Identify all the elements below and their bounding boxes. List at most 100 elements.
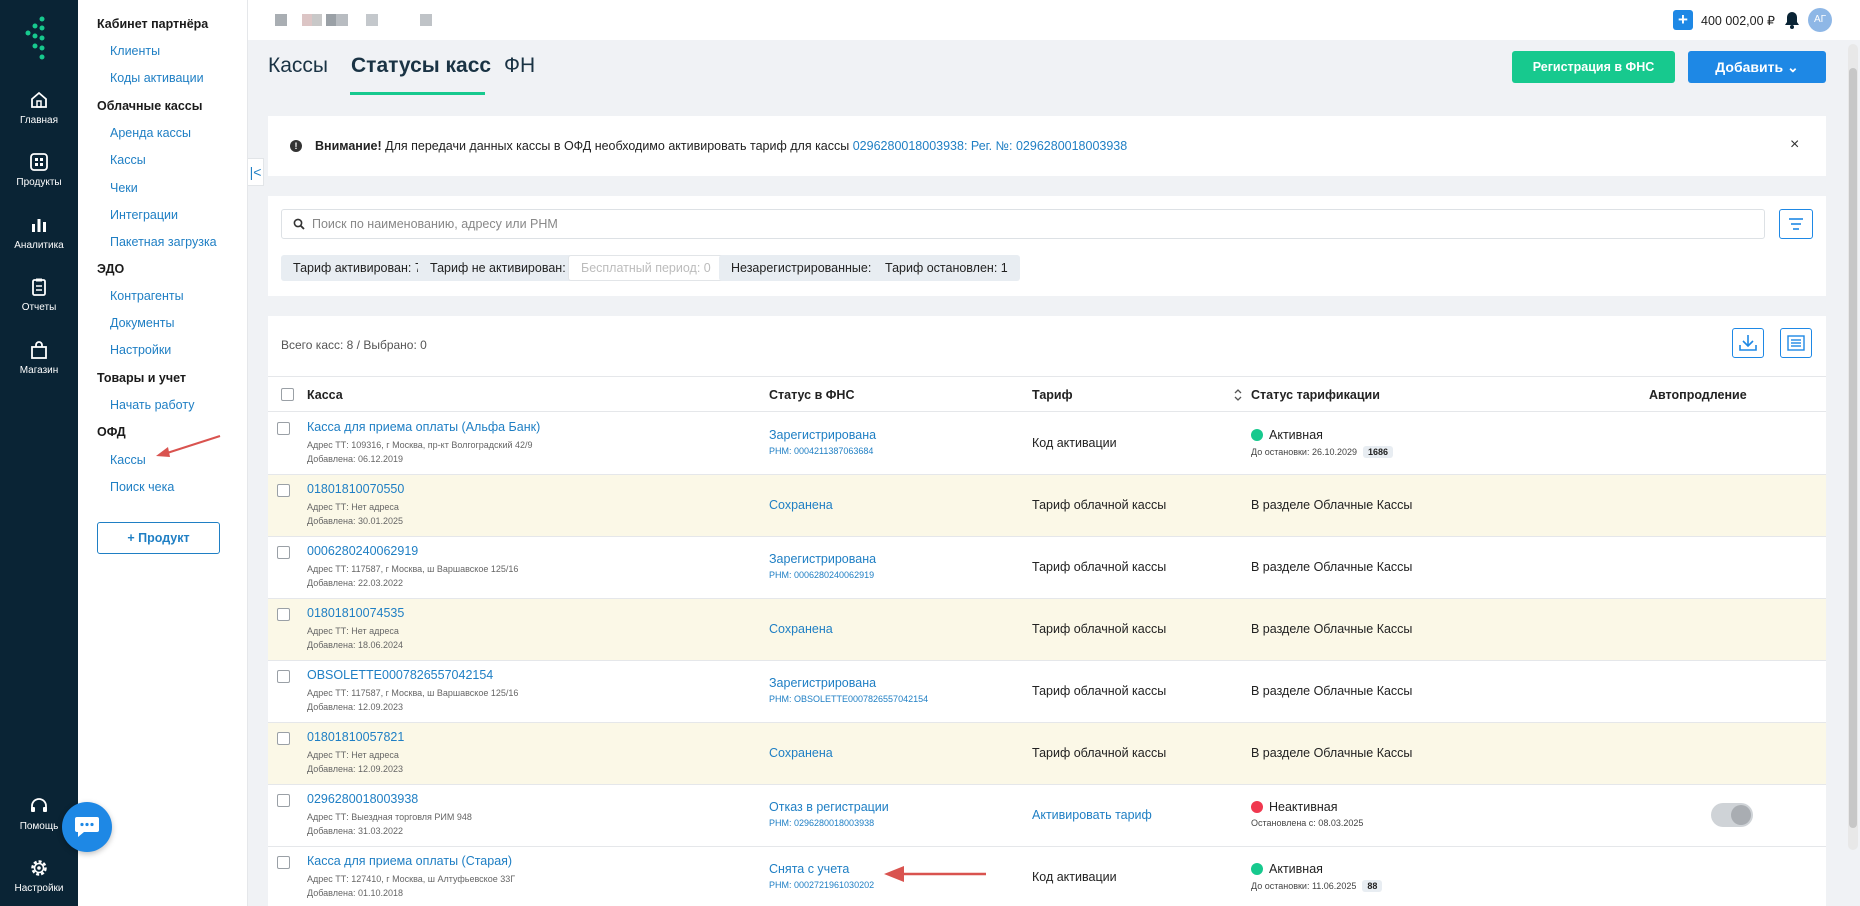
tab-kkt-statuses[interactable]: Статусы касс bbox=[351, 54, 491, 78]
page-scrollbar[interactable] bbox=[1848, 44, 1858, 850]
tab-kkt[interactable]: Кассы bbox=[268, 54, 328, 78]
kkt-name-link[interactable]: 01801810070550 bbox=[307, 482, 404, 496]
avatar[interactable]: АГ bbox=[1808, 8, 1832, 32]
tab-fn[interactable]: ФН bbox=[504, 54, 535, 78]
chip-tariff-inactive[interactable]: Тариф не активирован: 1 bbox=[418, 255, 589, 281]
sidebar-item-batch-upload[interactable]: Пакетная загрузка bbox=[110, 235, 217, 249]
sidebar-item-cloud-kkt[interactable]: Кассы bbox=[110, 153, 146, 167]
kkt-name-link[interactable]: OBSOLETTE0007826557042154 bbox=[307, 668, 493, 682]
sidebar-item-clients[interactable]: Клиенты bbox=[110, 44, 160, 58]
logo-icon[interactable] bbox=[22, 16, 56, 63]
columns-button[interactable] bbox=[1780, 328, 1812, 358]
row-checkbox[interactable] bbox=[277, 732, 290, 745]
chip-unregistered[interactable]: Незарегистрированные: 5 bbox=[719, 255, 894, 281]
sidebar-item-receipt-search[interactable]: Поиск чека bbox=[110, 480, 174, 494]
select-all-checkbox[interactable] bbox=[281, 388, 294, 401]
col-tariff[interactable]: Тариф bbox=[1032, 388, 1073, 402]
kkt-address: Адрес ТТ: Выездная торговля РИМ 948 bbox=[307, 812, 472, 822]
fns-status-link[interactable]: Отказ в регистрации bbox=[769, 800, 889, 814]
kkt-added-date: Добавлена: 31.03.2022 bbox=[307, 826, 404, 836]
chat-button[interactable] bbox=[62, 802, 112, 852]
rail-label: Аналитика bbox=[14, 240, 64, 251]
kkt-name-link[interactable]: 01801810074535 bbox=[307, 606, 404, 620]
rail-item-settings[interactable]: Настройки bbox=[0, 858, 78, 894]
rail-item-home[interactable]: Главная bbox=[0, 90, 78, 126]
table-row: 01801810074535 Адрес ТТ: Нет адреса Доба… bbox=[268, 599, 1826, 661]
row-checkbox[interactable] bbox=[277, 856, 290, 869]
tariff-status: В разделе Облачные Кассы bbox=[1251, 746, 1413, 760]
kkt-name-link[interactable]: 01801810057821 bbox=[307, 730, 404, 744]
kkt-name-link[interactable]: 0006280240062919 bbox=[307, 544, 418, 558]
fns-status-link[interactable]: Сохранена bbox=[769, 622, 833, 636]
row-checkbox[interactable] bbox=[277, 670, 290, 683]
headset-icon bbox=[31, 798, 47, 812]
sidebar-item-counterparties[interactable]: Контрагенты bbox=[110, 289, 184, 303]
rail-item-reports[interactable]: Отчеты bbox=[0, 277, 78, 313]
download-button[interactable] bbox=[1732, 328, 1764, 358]
sidebar-item-documents[interactable]: Документы bbox=[110, 316, 174, 330]
tariff-status-label: Активная bbox=[1269, 428, 1323, 442]
sidebar-item-get-started[interactable]: Начать работу bbox=[110, 398, 194, 412]
activate-tariff-link[interactable]: Активировать тариф bbox=[1032, 808, 1152, 822]
sort-icon[interactable] bbox=[1234, 388, 1242, 402]
rail-item-products[interactable]: Продукты bbox=[0, 152, 78, 188]
kkt-table-panel: Всего касс: 8 / Выбрано: 0 Касса Статус … bbox=[268, 316, 1826, 906]
col-tariff-status[interactable]: Статус тарификации bbox=[1251, 388, 1380, 402]
close-icon[interactable]: × bbox=[1790, 136, 1799, 154]
col-kassa[interactable]: Касса bbox=[307, 388, 343, 402]
scrollbar-thumb[interactable] bbox=[1849, 68, 1857, 828]
sidebar-section-ofd: ОФД bbox=[97, 425, 126, 439]
tariff-status-label: Неактивная bbox=[1269, 800, 1338, 814]
fns-status-link[interactable]: Сохранена bbox=[769, 498, 833, 512]
filter-button[interactable] bbox=[1779, 209, 1813, 239]
col-fns-status[interactable]: Статус в ФНС bbox=[769, 388, 854, 402]
notice-message: Для передачи данных кассы в ОФД необходи… bbox=[381, 139, 853, 153]
collapse-sidebar-button[interactable]: |< bbox=[248, 158, 264, 186]
add-label: Добавить bbox=[1715, 59, 1784, 75]
chip-label: Бесплатный период: bbox=[581, 261, 704, 275]
status-dot-active bbox=[1251, 863, 1263, 875]
sidebar-item-ofd-kkt[interactable]: Кассы bbox=[110, 453, 146, 467]
rail-item-analytics[interactable]: Аналитика bbox=[0, 215, 78, 251]
sidebar-item-activation-codes[interactable]: Коды активации bbox=[110, 71, 204, 85]
add-dropdown-button[interactable]: Добавить ⌄ bbox=[1688, 51, 1826, 83]
chip-tariff-active[interactable]: Тариф активирован: 7 bbox=[281, 255, 434, 281]
kkt-name-link[interactable]: Касса для приема оплаты (Альфа Банк) bbox=[307, 420, 540, 434]
sidebar-item-receipts[interactable]: Чеки bbox=[110, 181, 138, 195]
clipboard-icon bbox=[32, 278, 46, 296]
register-fns-button[interactable]: Регистрация в ФНС bbox=[1512, 51, 1675, 83]
notice-kkt-link[interactable]: 0296280018003938: Рег. №: 02962800180039… bbox=[853, 139, 1127, 153]
fns-status-link[interactable]: Зарегистрирована bbox=[769, 676, 876, 690]
sidebar-item-rent-kkt[interactable]: Аренда кассы bbox=[110, 126, 191, 140]
kkt-name-link[interactable]: 0296280018003938 bbox=[307, 792, 418, 806]
home-icon bbox=[31, 91, 47, 108]
fns-status-link[interactable]: Зарегистрирована bbox=[769, 428, 876, 442]
fns-status-link[interactable]: Снята с учета bbox=[769, 862, 849, 876]
row-checkbox[interactable] bbox=[277, 794, 290, 807]
row-checkbox[interactable] bbox=[277, 608, 290, 621]
row-checkbox[interactable] bbox=[277, 422, 290, 435]
bell-icon[interactable] bbox=[1784, 11, 1800, 29]
sidebar-item-edo-settings[interactable]: Настройки bbox=[110, 343, 171, 357]
kkt-added-date: Добавлена: 18.06.2024 bbox=[307, 640, 404, 650]
add-product-button[interactable]: + Продукт bbox=[97, 522, 220, 554]
kkt-name-link[interactable]: Касса для приема оплаты (Старая) bbox=[307, 854, 512, 868]
sidebar-section-partner: Кабинет партнёра bbox=[97, 17, 209, 31]
tariff-status-label: Активная bbox=[1269, 862, 1323, 876]
fns-status-link[interactable]: Сохранена bbox=[769, 746, 833, 760]
table-row: OBSOLETTE0007826557042154 Адрес ТТ: 1175… bbox=[268, 661, 1826, 723]
tariff: Тариф облачной кассы bbox=[1032, 622, 1167, 636]
row-checkbox[interactable] bbox=[277, 546, 290, 559]
table-row: Касса для приема оплаты (Альфа Банк) Адр… bbox=[268, 413, 1826, 475]
autorenew-toggle[interactable] bbox=[1711, 803, 1753, 827]
kkt-added-date: Добавлена: 12.09.2023 bbox=[307, 702, 404, 712]
top-up-button[interactable]: + bbox=[1673, 10, 1693, 30]
row-checkbox[interactable] bbox=[277, 484, 290, 497]
search-input[interactable] bbox=[312, 210, 1712, 238]
kkt-added-date: Добавлена: 30.01.2025 bbox=[307, 516, 404, 526]
sidebar-item-integrations[interactable]: Интеграции bbox=[110, 208, 178, 222]
chip-tariff-stopped[interactable]: Тариф остановлен: 1 bbox=[873, 255, 1020, 281]
col-autorenew[interactable]: Автопродление bbox=[1649, 388, 1747, 402]
rail-item-shop[interactable]: Магазин bbox=[0, 340, 78, 376]
fns-status-link[interactable]: Зарегистрирована bbox=[769, 552, 876, 566]
